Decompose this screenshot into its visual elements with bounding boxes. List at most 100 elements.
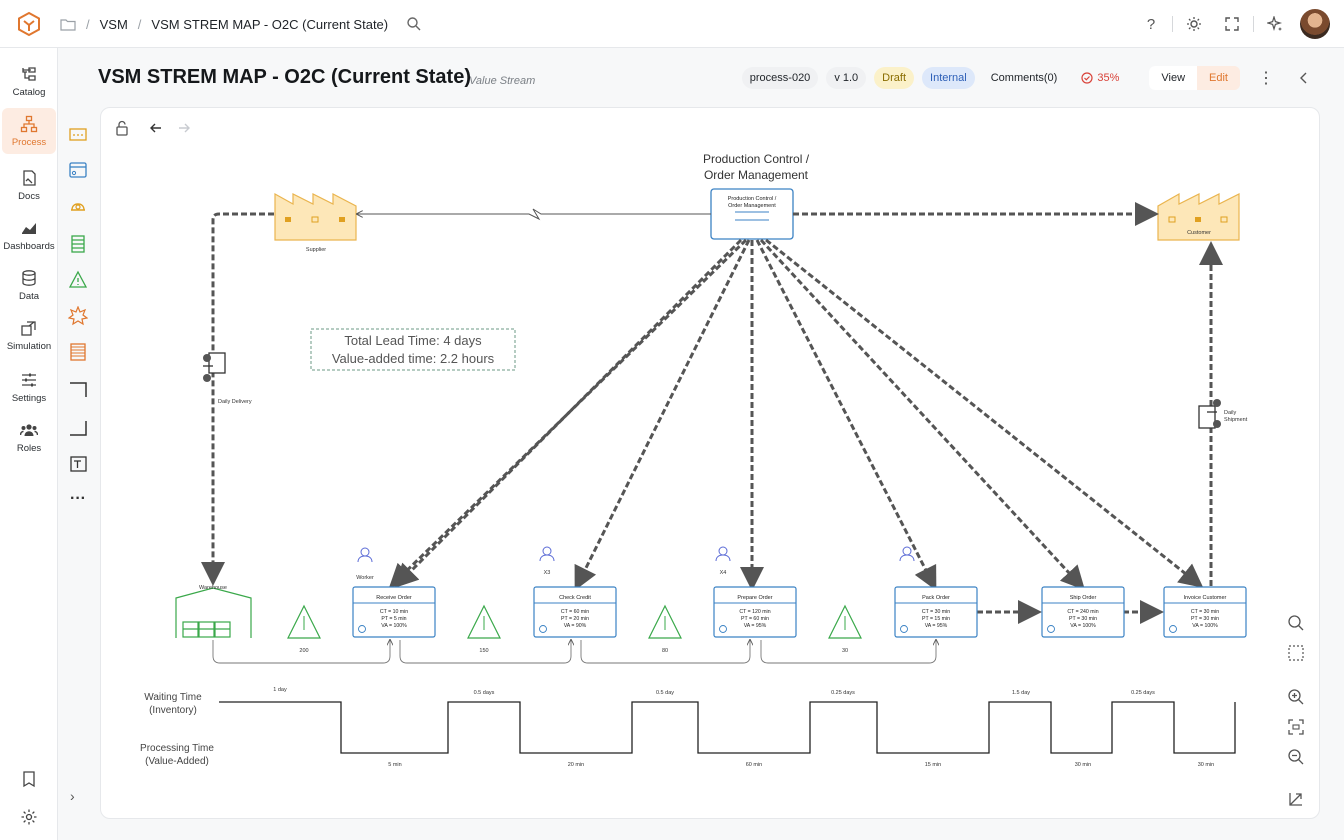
theme-toggle-icon[interactable] bbox=[1175, 5, 1213, 43]
chevron-right-icon[interactable]: › bbox=[70, 788, 75, 804]
wait-time-value: 0.25 days bbox=[831, 690, 855, 696]
wait-time-value: 0.5 days bbox=[474, 690, 495, 696]
completion-value: 35% bbox=[1097, 72, 1120, 84]
chevron-left-icon[interactable] bbox=[1294, 71, 1314, 85]
daily-delivery-label: Daily Delivery bbox=[218, 399, 252, 405]
inventory-triangle[interactable]: 150 bbox=[467, 604, 501, 654]
process-box[interactable]: Prepare Order CT = 120 min PT = 60 min V… bbox=[713, 586, 797, 638]
fullscreen-icon[interactable] bbox=[1213, 5, 1251, 43]
production-control-box[interactable]: Production Control / Order Management bbox=[710, 188, 794, 240]
truck-icon bbox=[203, 352, 226, 382]
nav-item-process[interactable]: Process bbox=[2, 108, 56, 154]
operator-label: X4 bbox=[720, 570, 727, 576]
zoom-out-icon[interactable] bbox=[1285, 746, 1307, 768]
corner-top-right-icon[interactable] bbox=[68, 380, 88, 400]
nav-item-settings[interactable]: Settings bbox=[2, 364, 56, 410]
value-added: VA = 100% bbox=[1192, 623, 1218, 629]
inventory-triangle[interactable]: 80 bbox=[648, 604, 682, 654]
nav-item-catalog[interactable]: Catalog bbox=[2, 58, 56, 104]
more-options-icon[interactable]: ⋮ bbox=[1256, 68, 1276, 88]
cycle-time: CT = 30 min bbox=[922, 609, 950, 615]
diagram-canvas[interactable]: Production Control / Order Management Pr… bbox=[100, 107, 1320, 819]
process-name: Prepare Order bbox=[737, 595, 772, 601]
fit-view-icon[interactable] bbox=[1285, 716, 1307, 738]
status-badge[interactable]: Draft bbox=[874, 67, 915, 89]
nav-item-docs[interactable]: Docs bbox=[2, 162, 56, 208]
process-name: Ship Order bbox=[1070, 595, 1097, 601]
operator-shape-icon[interactable] bbox=[68, 198, 88, 218]
version-badge[interactable]: v 1.0 bbox=[826, 67, 867, 89]
data-box-shape-icon[interactable] bbox=[68, 160, 88, 180]
process-box[interactable]: Invoice Customer CT = 30 min PT = 30 min… bbox=[1163, 586, 1247, 638]
cycle-time: CT = 240 min bbox=[1067, 609, 1098, 615]
process-icon bbox=[20, 115, 38, 132]
supermarket-shape-icon[interactable] bbox=[68, 342, 88, 362]
completion-badge[interactable]: 35% bbox=[1073, 67, 1127, 89]
process-id-badge: process-020 bbox=[741, 67, 819, 89]
cycle-time: CT = 30 min bbox=[1191, 609, 1219, 615]
daily-shipment-label: Shipment bbox=[1224, 417, 1248, 423]
nav-label: Settings bbox=[11, 392, 47, 404]
check-circle-icon bbox=[1081, 72, 1093, 84]
inventory-count: 150 bbox=[479, 648, 488, 654]
expand-corner-icon[interactable] bbox=[1285, 788, 1307, 810]
value-added-time: Value-added time: 2.2 hours bbox=[332, 351, 495, 366]
top-bar: / VSM / VSM STREM MAP - O2C (Current Sta… bbox=[0, 0, 1344, 48]
shape-toolbar: ··· bbox=[58, 108, 98, 778]
process-box[interactable]: Check Credit CT = 60 min PT = 20 min VA … bbox=[533, 586, 617, 638]
gear-icon[interactable] bbox=[0, 808, 58, 826]
text-box-icon[interactable] bbox=[68, 454, 88, 474]
processing-time-label: Processing Time bbox=[140, 743, 214, 754]
inventory-count: 30 bbox=[842, 648, 848, 654]
value-added: VA = 100% bbox=[381, 623, 407, 629]
inventory-count: 80 bbox=[662, 648, 668, 654]
nav-item-data[interactable]: Data bbox=[2, 262, 56, 308]
nav-label: Data bbox=[18, 290, 40, 302]
cycle-time: CT = 10 min bbox=[380, 609, 408, 615]
breadcrumb-section[interactable]: VSM bbox=[100, 17, 128, 32]
breadcrumb: / VSM / VSM STREM MAP - O2C (Current Sta… bbox=[60, 0, 422, 48]
process-box[interactable]: Receive Order CT = 10 min PT = 5 min VA … bbox=[352, 586, 436, 638]
warehouse[interactable]: Warehouse bbox=[175, 585, 252, 638]
process-shape-icon[interactable] bbox=[68, 124, 88, 144]
operator-label: X3 bbox=[544, 570, 551, 576]
process-box[interactable]: Ship Order CT = 240 min PT = 30 min VA =… bbox=[1041, 586, 1125, 638]
warehouse-label: Warehouse bbox=[199, 585, 227, 591]
app-logo-icon[interactable] bbox=[16, 11, 42, 37]
supplier-factory[interactable]: Supplier bbox=[274, 192, 357, 253]
waiting-time-label: (Inventory) bbox=[149, 705, 197, 716]
inventory-triangle[interactable]: 30 bbox=[828, 604, 862, 654]
more-shapes-icon[interactable]: ··· bbox=[68, 490, 88, 510]
bookmark-icon[interactable] bbox=[0, 770, 58, 788]
ai-sparkle-icon[interactable] bbox=[1256, 5, 1294, 43]
process-box[interactable]: Pack Order CT = 30 min PT = 15 min VA = … bbox=[894, 586, 978, 638]
lead-time-summary[interactable]: Total Lead Time: 4 days Value-added time… bbox=[310, 328, 516, 371]
nav-label: Simulation bbox=[6, 340, 52, 352]
folder-icon[interactable] bbox=[60, 17, 76, 31]
corner-bottom-right-icon[interactable] bbox=[68, 418, 88, 438]
inventory-triangle[interactable]: 200 bbox=[287, 604, 321, 654]
edit-button[interactable]: Edit bbox=[1197, 66, 1240, 90]
select-area-icon[interactable] bbox=[1285, 642, 1307, 664]
user-avatar[interactable] bbox=[1300, 9, 1330, 39]
zoom-in-icon[interactable] bbox=[1285, 686, 1307, 708]
visibility-badge[interactable]: Internal bbox=[922, 67, 975, 89]
operator-icon bbox=[899, 546, 915, 562]
customer-factory[interactable]: Customer bbox=[1157, 192, 1240, 241]
nav-item-simulation[interactable]: Simulation bbox=[2, 312, 56, 358]
help-icon[interactable]: ? bbox=[1132, 5, 1170, 43]
list-shape-icon[interactable] bbox=[68, 234, 88, 254]
search-icon[interactable] bbox=[1285, 612, 1307, 634]
search-icon[interactable] bbox=[406, 16, 422, 32]
nav-item-dashboards[interactable]: Dashboards bbox=[2, 212, 56, 258]
processing-time-value: 30 min bbox=[1198, 762, 1215, 768]
operator-icon: X4 bbox=[715, 546, 731, 576]
production-control-title: Order Management bbox=[704, 168, 809, 182]
operator-icon: Worker bbox=[356, 547, 374, 581]
view-button[interactable]: View bbox=[1149, 66, 1198, 90]
kaizen-burst-icon[interactable] bbox=[68, 306, 88, 326]
inventory-triangle-icon[interactable] bbox=[68, 270, 88, 290]
electronic-flow-supplier bbox=[357, 208, 711, 221]
comments-button[interactable]: Comments(0) bbox=[983, 67, 1066, 89]
nav-item-roles[interactable]: Roles bbox=[2, 414, 56, 460]
